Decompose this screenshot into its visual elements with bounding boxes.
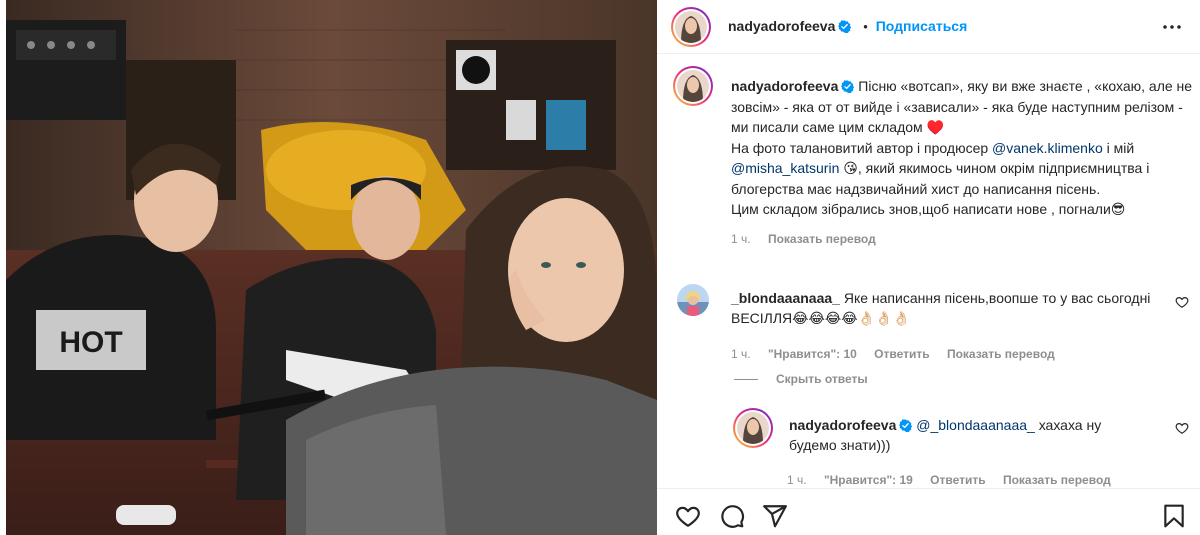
bookmark-icon[interactable] [1161, 503, 1187, 529]
divider-line [734, 378, 758, 380]
reply-mention[interactable]: @_blondaaanaaa_ [916, 417, 1035, 433]
caption-translate-button[interactable]: Показать перевод [768, 232, 876, 246]
comment-text: _blondaaanaaa_ Яке написання пісень,вооп… [731, 288, 1151, 364]
heart-icon[interactable] [675, 503, 701, 529]
avatar-image [737, 412, 769, 444]
svg-text:HOT: HOT [59, 326, 122, 359]
share-icon[interactable] [762, 503, 788, 529]
follow-button[interactable]: Подписаться [876, 18, 968, 34]
avatar-image [677, 70, 709, 102]
reply-reply-button[interactable]: Ответить [930, 473, 985, 487]
caption-part-3: і мій [1102, 139, 1135, 156]
hide-replies-label: Скрыть ответы [776, 372, 868, 386]
more-icon[interactable] [1158, 13, 1186, 41]
reply-author[interactable]: nadyadorofeeva [789, 417, 896, 433]
caption-avatar[interactable] [673, 66, 713, 109]
reply-avatar[interactable] [733, 408, 773, 451]
post-photo-illustration: HOT [6, 0, 657, 535]
caption-part-2: На фото талановитий автор і продюсер [731, 139, 993, 156]
reply-likes[interactable]: "Нравится": 19 [824, 473, 913, 487]
reply-meta: 1 ч. "Нравится": 19 Ответить Показать пе… [787, 470, 1129, 490]
author-username[interactable]: nadyadorofeeva [728, 18, 835, 34]
caption-text: nadyadorofeeva Пісню «вотсап», яку ви вж… [731, 76, 1193, 249]
comment-icon[interactable] [719, 503, 745, 529]
post-actions [657, 488, 1200, 535]
reply-translate-button[interactable]: Показать перевод [1003, 473, 1111, 487]
verified-icon [838, 20, 852, 33]
post-panel: nadyadorofeeva • Подписаться nadyadorofe… [657, 0, 1200, 535]
caption-meta: 1 ч. Показать перевод [731, 229, 1193, 250]
caption-part-5: Цим складом зібрались знов,щоб написати … [731, 201, 1126, 217]
post-photo[interactable]: HOT [6, 0, 657, 535]
post-header: nadyadorofeeva • Подписаться [657, 0, 1200, 54]
mention-vanek[interactable]: @vanek.klimenko [992, 140, 1103, 156]
hide-replies-button[interactable]: Скрыть ответы [734, 372, 868, 386]
avatar-image [675, 11, 707, 43]
commenter-avatar[interactable] [677, 284, 709, 316]
mention-misha[interactable]: @misha_katsurin [731, 160, 839, 176]
separator-dot: • [863, 19, 868, 34]
caption-time[interactable]: 1 ч. [731, 232, 751, 246]
comment-time[interactable]: 1 ч. [731, 347, 751, 361]
comment-reply-button[interactable]: Ответить [874, 347, 929, 361]
heart-icon[interactable] [1175, 295, 1189, 309]
reply-time[interactable]: 1 ч. [787, 473, 807, 487]
verified-icon [841, 80, 855, 93]
commenter-username[interactable]: _blondaaanaaa_ [731, 290, 840, 306]
comment-translate-button[interactable]: Показать перевод [947, 347, 1055, 361]
comment-likes[interactable]: "Нравится": 10 [768, 347, 857, 361]
verified-icon [899, 419, 913, 432]
reply-text: nadyadorofeeva @_blondaaanaaa_ хахаха ну… [787, 415, 1129, 490]
author-avatar[interactable] [671, 7, 711, 50]
heart-icon[interactable] [1175, 421, 1189, 435]
comment-meta: 1 ч. "Нравится": 10 Ответить Показать пе… [731, 344, 1151, 364]
caption-author[interactable]: nadyadorofeeva [731, 78, 838, 94]
